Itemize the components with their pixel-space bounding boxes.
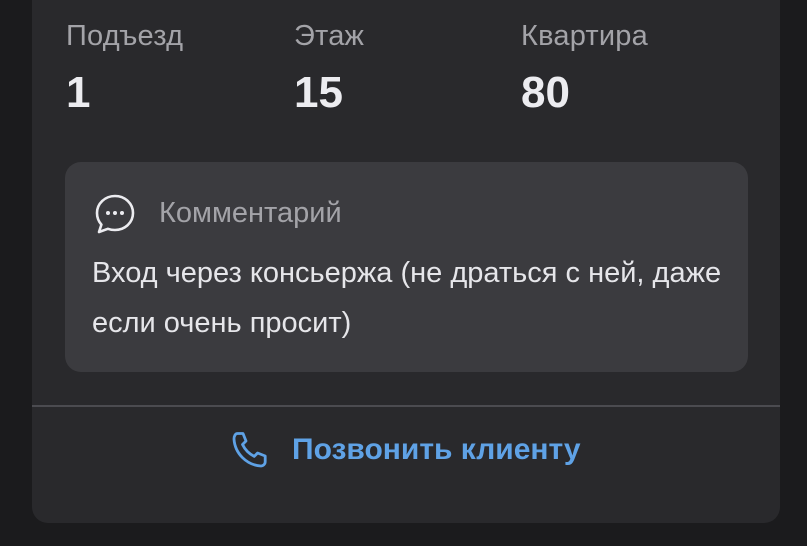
apartment-value: 80 [521,68,570,117]
entrance-value: 1 [66,68,91,117]
order-details-card: Подъезд 1 Этаж 15 Квартира 80 Комментари… [32,0,780,523]
comment-text: Вход через консьержа (не драться с ней, … [92,257,722,339]
entrance-label: Подъезд [66,20,184,52]
call-client-button[interactable]: Позвонить клиенту [32,407,780,523]
floor-value: 15 [294,68,343,117]
call-client-content: Позвонить клиенту [228,427,581,473]
floor-label: Этаж [294,20,365,52]
comment-box: Комментарий Вход через консьержа (не дра… [65,162,748,372]
comment-title: Комментарий [159,197,342,229]
apartment-label: Квартира [521,20,648,52]
chat-bubble-icon [95,194,135,234]
call-client-label: Позвонить клиенту [292,433,581,466]
phone-icon [232,432,267,468]
